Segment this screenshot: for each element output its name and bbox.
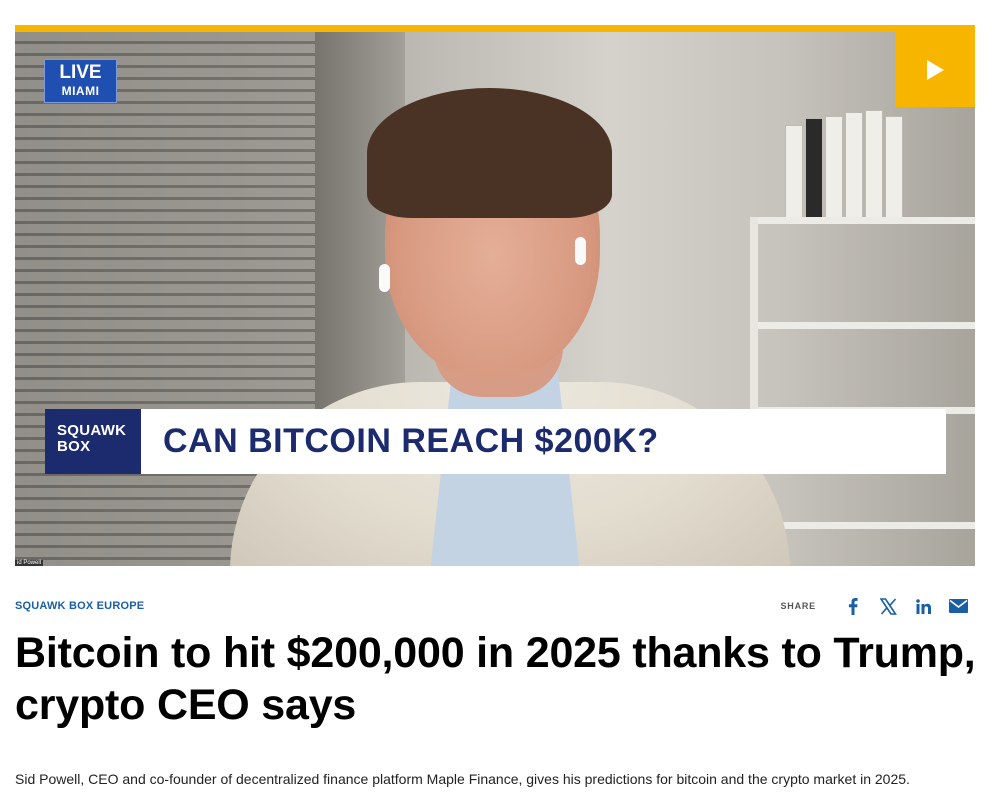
chyron-show-line1: SQUAWK <box>57 422 127 439</box>
live-badge-location: MIAMI <box>61 84 100 98</box>
chyron-show-logo: SQUAWK BOX <box>45 409 141 474</box>
video-player[interactable]: LIVE MIAMI SQUAWK BOX CAN BITCOIN REACH … <box>15 25 975 566</box>
linkedin-icon <box>915 598 931 614</box>
chyron-show-line2: BOX <box>57 438 91 455</box>
lower-third-chyron: SQUAWK BOX CAN BITCOIN REACH $200K? <box>45 409 946 474</box>
chyron-headline: CAN BITCOIN REACH $200K? <box>163 422 659 460</box>
share-label: SHARE <box>780 601 816 611</box>
facebook-icon <box>848 597 858 615</box>
bookshelf <box>750 217 975 566</box>
share-email-button[interactable] <box>946 596 970 616</box>
speaker-name-tag: id Powell <box>15 560 44 566</box>
bookshelf-books <box>775 110 905 222</box>
speaker-hair <box>367 88 612 218</box>
article-headline: Bitcoin to hit $200,000 in 2025 thanks t… <box>15 629 976 729</box>
share-facebook-button[interactable] <box>841 596 865 616</box>
share-x-button[interactable] <box>876 596 900 616</box>
share-bar: SHARE <box>780 596 970 616</box>
live-badge-text: LIVE <box>59 62 102 83</box>
play-button[interactable] <box>895 32 975 107</box>
earbud-right <box>575 237 586 265</box>
live-badge: LIVE MIAMI <box>44 59 117 103</box>
video-frame <box>15 32 975 566</box>
article-description: Sid Powell, CEO and co-founder of decent… <box>15 771 910 787</box>
share-linkedin-button[interactable] <box>911 596 935 616</box>
earbud-left <box>379 264 390 292</box>
play-icon <box>927 59 944 80</box>
x-icon <box>879 597 897 615</box>
email-icon <box>948 599 968 613</box>
section-link[interactable]: SQUAWK BOX EUROPE <box>15 600 144 612</box>
